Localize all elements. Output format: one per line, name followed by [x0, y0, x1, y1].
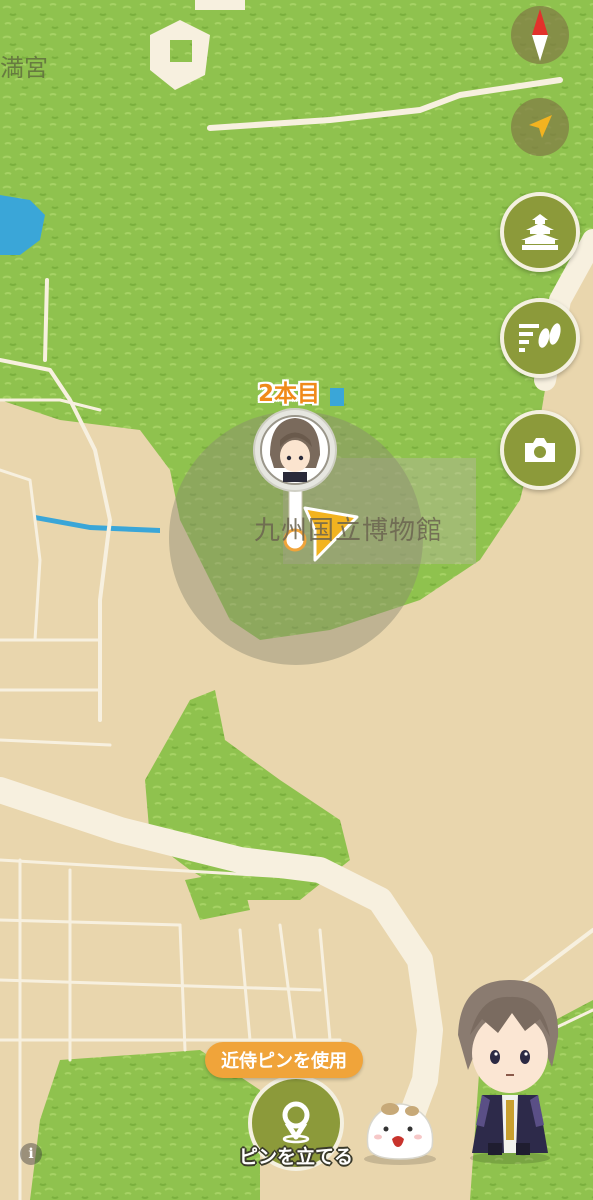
location-arrow-icon — [529, 115, 552, 138]
footsteps-button[interactable] — [500, 298, 580, 378]
shrine-map-label: 満宮 — [0, 54, 48, 82]
mascot-character-icon[interactable] — [358, 1095, 442, 1167]
building — [195, 0, 245, 10]
museum-map-label: 九州国立博物館 — [254, 516, 444, 546]
footsteps-icon — [519, 323, 561, 352]
castle-button[interactable] — [500, 192, 580, 272]
compass-button[interactable] — [511, 6, 569, 64]
use-attendant-pin-button[interactable]: 近侍ピンを使用 — [205, 1042, 363, 1078]
info-button[interactable]: i — [20, 1143, 42, 1165]
water-tile — [330, 388, 344, 406]
pin-count-label: 2本目 — [258, 381, 321, 407]
building — [170, 40, 192, 62]
castle-icon — [521, 214, 559, 250]
current-location-button[interactable] — [511, 98, 569, 156]
attendant-character-avatar[interactable] — [440, 975, 570, 1165]
place-pin-label: ピンを立てる — [238, 1146, 353, 1168]
compass-icon — [532, 9, 548, 61]
road — [43, 278, 49, 362]
camera-icon — [525, 438, 555, 462]
camera-button[interactable] — [500, 410, 580, 490]
